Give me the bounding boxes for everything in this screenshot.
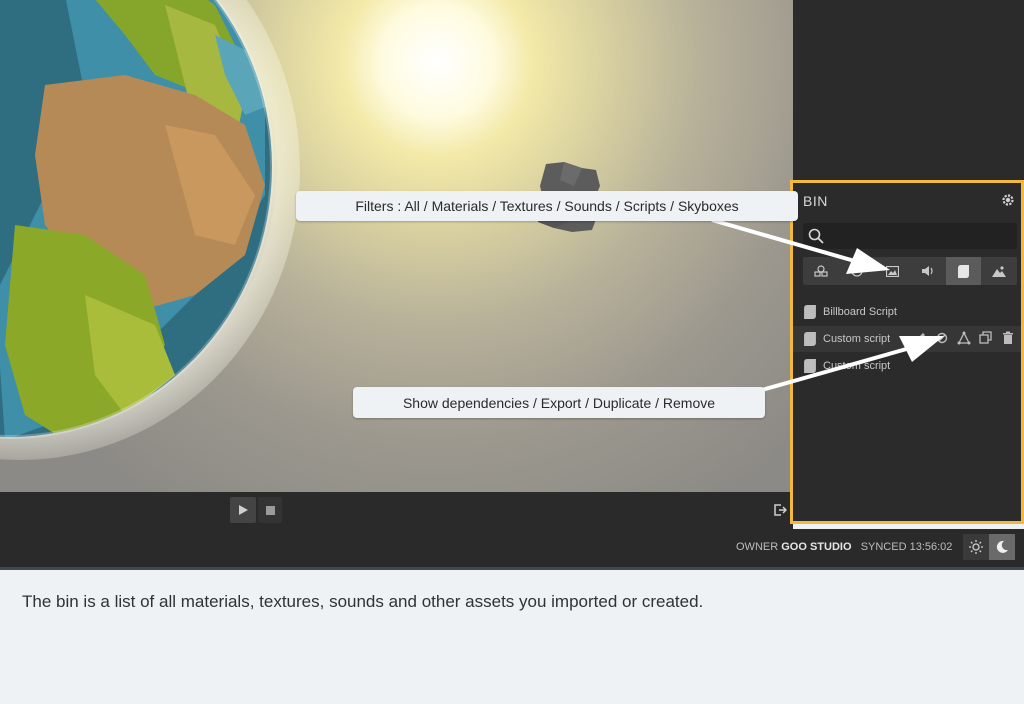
image-icon <box>885 265 899 277</box>
actions-callout: Show dependencies / Export / Duplicate /… <box>353 387 765 418</box>
stop-button[interactable] <box>258 497 282 523</box>
asset-item-selected[interactable]: Custom script <box>793 326 1021 352</box>
caption-text: The bin is a list of all materials, text… <box>22 592 704 611</box>
link-icon[interactable] <box>935 331 949 345</box>
light-theme-button[interactable] <box>963 534 989 560</box>
theme-toggle <box>963 534 1015 560</box>
asset-actions <box>913 331 1015 345</box>
scene-viewport[interactable] <box>0 0 793 492</box>
low-poly-earth <box>0 0 274 439</box>
owner-label: OWNER <box>736 541 779 553</box>
gear-icon[interactable] <box>1001 193 1015 207</box>
filter-skyboxes[interactable] <box>981 257 1017 285</box>
synced-time: 13:56:02 <box>909 541 953 553</box>
asset-item[interactable]: Custom script <box>793 353 1021 379</box>
trash-icon[interactable] <box>1001 331 1015 345</box>
speaker-icon <box>921 266 933 276</box>
synced-label: SYNCED <box>860 541 907 553</box>
status-text: OWNER GOO STUDIO SYNCED 13:56:02 <box>736 541 952 553</box>
filter-materials[interactable] <box>839 257 875 285</box>
script-icon <box>958 264 970 278</box>
search-input[interactable] <box>803 223 1017 249</box>
exit-icon <box>774 504 787 516</box>
pencil-icon[interactable] <box>913 331 927 345</box>
bin-title: BIN <box>803 193 828 209</box>
filter-textures[interactable] <box>874 257 910 285</box>
stop-icon <box>265 505 275 515</box>
script-icon <box>804 305 816 319</box>
play-icon <box>239 505 248 515</box>
script-icon <box>804 359 816 373</box>
filters-callout: Filters : All / Materials / Textures / S… <box>296 191 798 221</box>
asset-label: Custom script <box>823 360 891 372</box>
all-assets-icon <box>814 265 828 277</box>
search-icon <box>808 228 824 244</box>
mountain-icon <box>992 265 1007 277</box>
divider-strip <box>0 567 1024 570</box>
asset-label: Custom script <box>823 333 891 345</box>
filter-bar <box>803 257 1017 285</box>
material-sphere-icon <box>850 265 863 277</box>
sun-icon <box>969 540 983 554</box>
playback-bar <box>0 492 793 529</box>
exit-button[interactable] <box>770 500 790 520</box>
asset-label: Billboard Script <box>823 306 897 318</box>
dependencies-icon[interactable] <box>957 331 971 345</box>
filter-sounds[interactable] <box>910 257 946 285</box>
filter-all[interactable] <box>803 257 839 285</box>
duplicate-icon[interactable] <box>979 331 993 345</box>
moon-icon <box>996 540 1008 553</box>
asset-item[interactable]: Billboard Script <box>793 299 1021 325</box>
dark-theme-button[interactable] <box>989 534 1015 560</box>
owner-name: GOO STUDIO <box>781 541 852 553</box>
play-button[interactable] <box>230 497 256 523</box>
side-panel-top <box>793 0 1024 181</box>
bin-panel: BIN Billboard Script Custom script Custo… <box>790 180 1024 524</box>
filter-scripts[interactable] <box>945 257 982 285</box>
script-icon <box>804 332 816 346</box>
